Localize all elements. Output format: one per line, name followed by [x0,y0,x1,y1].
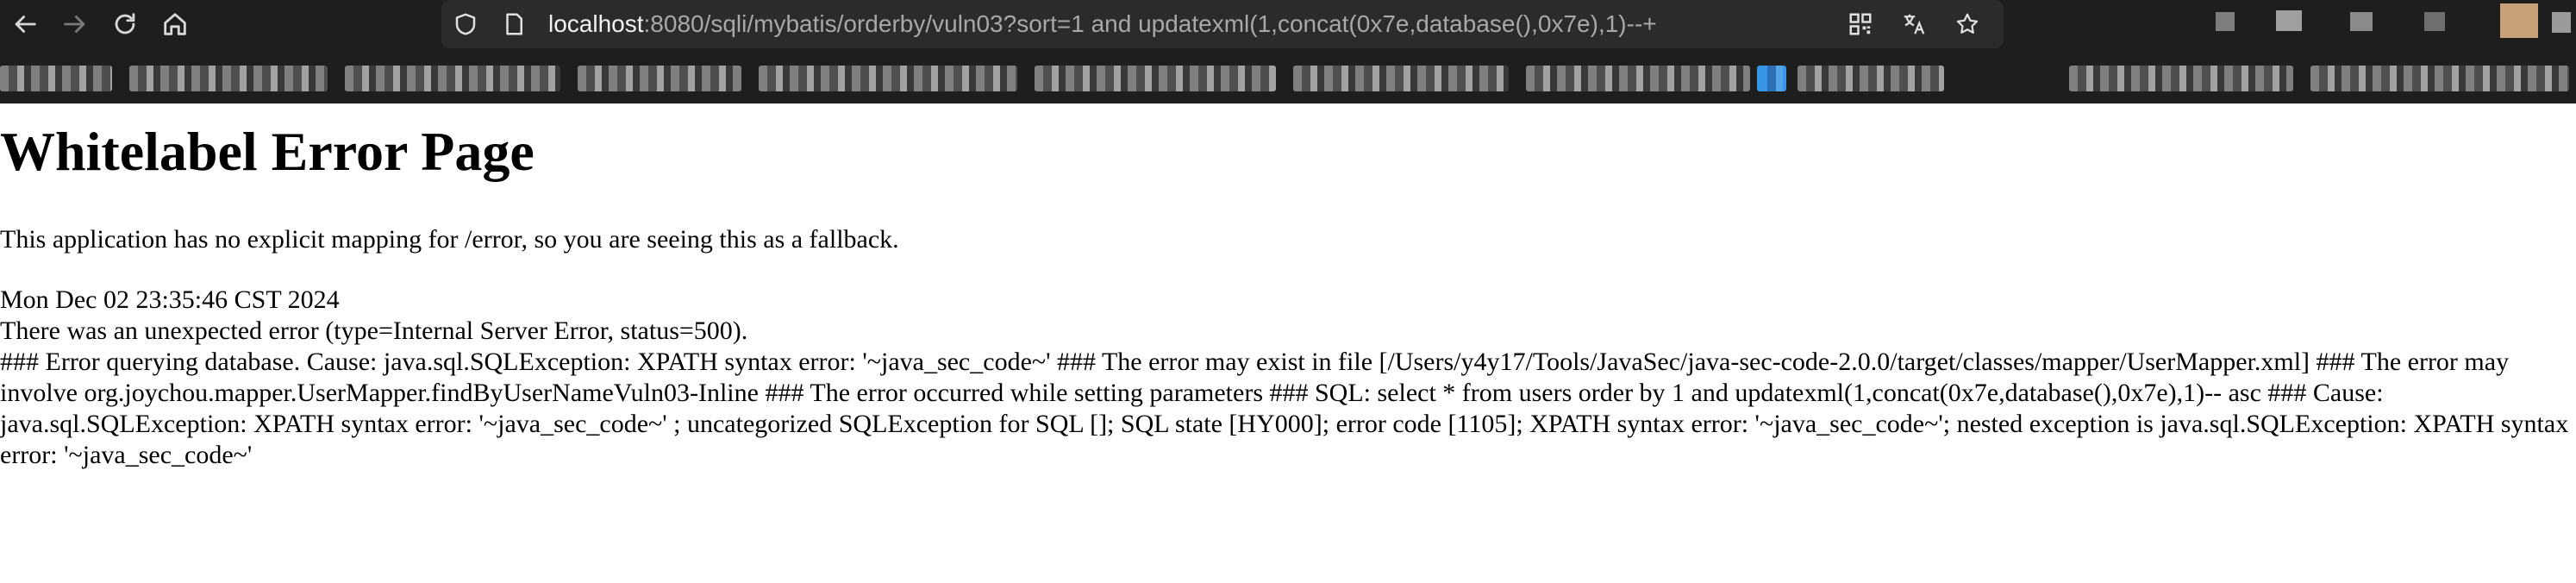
browser-chrome: localhost:8080/sqli/mybatis/orderby/vuln… [0,0,2576,103]
back-button[interactable] [0,0,50,48]
fallback-message: This application has no explicit mapping… [0,225,899,254]
bookmark-item[interactable] [345,66,560,91]
bookmark-item[interactable] [759,66,1017,91]
reload-icon [115,13,135,34]
url-bar[interactable]: localhost:8080/sqli/mybatis/orderby/vuln… [441,0,2004,48]
extension-icon[interactable] [2424,12,2445,31]
home-button[interactable] [150,0,200,48]
bookmark-item[interactable] [1798,66,1944,91]
reload-button[interactable] [100,0,150,48]
translate-icon [1904,14,1925,34]
extension-icon[interactable] [2276,10,2302,31]
site-info-button[interactable] [490,0,538,48]
shield-icon [455,13,476,35]
url-host: localhost [548,10,644,37]
extensions-area [2190,0,2576,48]
extension-icon[interactable] [2350,12,2373,31]
home-icon [164,13,186,35]
bookmark-item[interactable] [1293,66,1509,91]
bookmark-item[interactable] [0,66,112,91]
error-detail: ### Error querying database. Cause: java… [0,348,2569,469]
bookmark-item[interactable] [129,66,328,91]
forward-arrow-icon [64,16,85,33]
qr-code-button[interactable] [1840,0,1881,48]
url-text[interactable]: localhost:8080/sqli/mybatis/orderby/vuln… [548,10,1657,38]
page-icon [506,13,522,35]
translate-button[interactable] [1893,0,1935,48]
bookmark-item[interactable] [1526,66,1750,91]
bookmark-item[interactable] [1035,66,1276,91]
bookmark-item[interactable] [2069,66,2293,91]
bookmark-item[interactable] [578,66,741,91]
bookmark-item[interactable] [2310,66,2569,91]
error-timestamp: Mon Dec 02 23:35:46 CST 2024 [0,285,340,314]
star-icon [1956,13,1979,34]
avatar[interactable] [2500,3,2538,38]
bookmark-star-button[interactable] [1947,0,1988,48]
error-type: There was an unexpected error (type=Inte… [0,317,748,345]
back-arrow-icon [15,16,36,33]
bookmark-item[interactable] [1757,66,1786,91]
tracking-protection-button[interactable] [441,0,490,48]
page-content: Whitelabel Error Page This application h… [0,103,2576,471]
url-path: :8080/sqli/mybatis/orderby/vuln03?sort=1… [643,10,1657,37]
url-actions [1840,0,1988,48]
qr-code-icon [1849,13,1872,35]
nav-buttons [0,0,200,48]
extension-icon[interactable] [2216,12,2235,31]
bookmarks-toolbar [0,57,2576,103]
menu-icon[interactable] [2552,12,2571,33]
forward-button[interactable] [50,0,100,48]
page-title: Whitelabel Error Page [0,121,535,182]
